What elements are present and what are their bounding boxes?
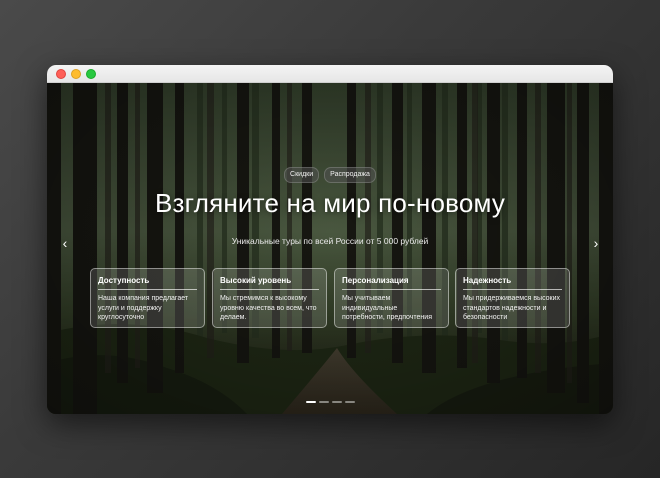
feature-card-title: Надежность bbox=[463, 276, 562, 290]
chevron-left-icon[interactable]: ‹ bbox=[58, 235, 72, 251]
feature-card-high-level: Высокий уровень Мы стремимся к высокому … bbox=[212, 268, 327, 328]
feature-card-availability: Доступность Наша компания предлагает усл… bbox=[90, 268, 205, 328]
pagination-dot-2[interactable] bbox=[319, 401, 329, 403]
feature-card-text: Наша компания предлагает услуги и поддер… bbox=[98, 295, 189, 321]
feature-card-title: Высокий уровень bbox=[220, 276, 319, 290]
pagination-dot-4[interactable] bbox=[345, 401, 355, 403]
feature-card-title: Доступность bbox=[98, 276, 197, 290]
close-window-button[interactable] bbox=[56, 69, 66, 79]
hero-slider: Скидки Распродажа Взгляните на мир по-но… bbox=[47, 83, 613, 414]
hero-title: Взгляните на мир по-новому bbox=[154, 188, 506, 218]
feature-card-text: Мы придерживаемся высоких стандартов над… bbox=[463, 295, 561, 321]
tag-discounts[interactable]: Скидки bbox=[284, 167, 320, 183]
tag-sale[interactable]: Распродажа bbox=[324, 167, 376, 183]
chevron-right-icon[interactable]: › bbox=[589, 235, 603, 251]
feature-card-text: Мы стремимся к высокому уровню качества … bbox=[220, 295, 317, 321]
slider-pagination bbox=[306, 401, 355, 403]
zoom-window-button[interactable] bbox=[86, 69, 96, 79]
feature-card-reliability: Надежность Мы придерживаемся высоких ста… bbox=[455, 268, 570, 328]
feature-card-personalization: Персонализация Мы учитываем индивидуальн… bbox=[334, 268, 449, 328]
hero-tags: Скидки Распродажа bbox=[47, 167, 613, 183]
pagination-dot-3[interactable] bbox=[332, 401, 342, 403]
pagination-dot-1[interactable] bbox=[306, 401, 316, 403]
feature-card-title: Персонализация bbox=[342, 276, 441, 290]
feature-card-text: Мы учитываем индивидуальные потребности,… bbox=[342, 295, 432, 321]
browser-window: Скидки Распродажа Взгляните на мир по-но… bbox=[47, 65, 613, 414]
hero-dark-overlay bbox=[47, 83, 613, 414]
hero-subtitle: Уникальные туры по всей России от 5 000 … bbox=[231, 236, 429, 246]
minimize-window-button[interactable] bbox=[71, 69, 81, 79]
feature-cards: Доступность Наша компания предлагает усл… bbox=[90, 268, 571, 328]
window-titlebar bbox=[47, 65, 613, 83]
